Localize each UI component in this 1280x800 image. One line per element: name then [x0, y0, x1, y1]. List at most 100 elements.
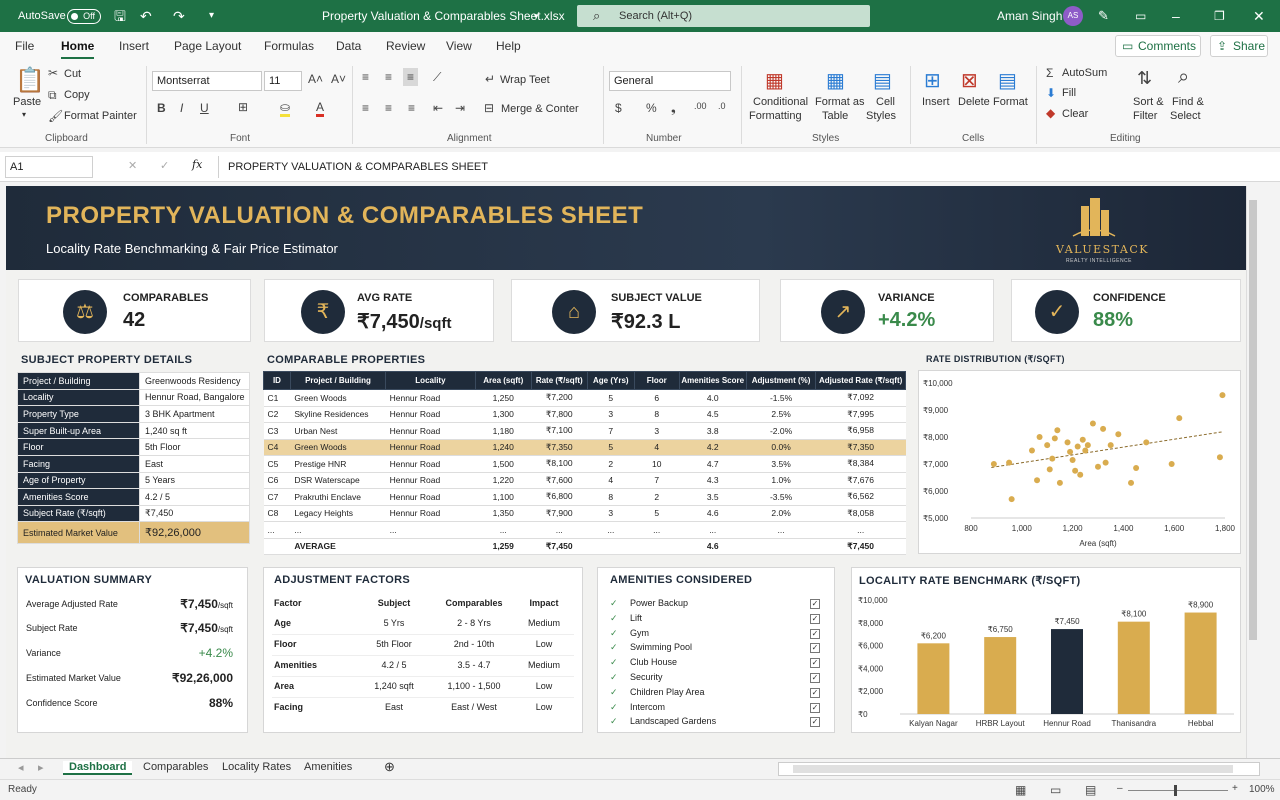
table-cell[interactable]: Urban Nest — [290, 422, 386, 440]
table-cell[interactable]: ₹8,100 — [531, 455, 588, 473]
table-cell[interactable]: ₹6,800 — [531, 488, 588, 506]
tab-scroll-right-icon[interactable]: ▸ — [38, 761, 44, 774]
table-cell[interactable]: ₹7,600 — [531, 472, 588, 489]
conditional-formatting-button[interactable]: Conditional — [753, 96, 808, 108]
column-header[interactable]: Adjustment (%) — [745, 371, 817, 390]
table-cell[interactable]: ₹6,958 — [815, 422, 906, 440]
table-cell[interactable]: AVERAGE — [290, 538, 386, 555]
zoom-out-icon[interactable]: – — [1117, 783, 1123, 794]
table-cell[interactable]: ... — [587, 521, 635, 539]
table-row[interactable]: C2 Skyline Residences Hennur Road 1,300 ₹7,8… — [263, 406, 906, 423]
table-cell[interactable]: Legacy Heights — [290, 505, 386, 522]
tab-locality-rates[interactable]: Locality Rates — [222, 761, 291, 773]
table-cell[interactable]: ₹7,800 — [531, 406, 588, 423]
table-cell[interactable]: 1,500 — [475, 455, 532, 473]
format-cells-button[interactable]: Format — [993, 96, 1028, 108]
save-icon[interactable]: 🖫 — [114, 0, 126, 32]
table-cell[interactable]: 3 — [634, 422, 680, 440]
table-cell[interactable]: 2.0% — [746, 505, 816, 522]
table-cell[interactable]: -3.5% — [746, 488, 816, 506]
align-right-icon[interactable]: ≡ — [408, 101, 415, 115]
normal-view-icon[interactable]: ▦ — [1015, 783, 1026, 797]
table-cell[interactable]: 5 — [634, 505, 680, 522]
font-name-dropdown[interactable]: Montserrat — [152, 71, 262, 91]
pen-icon[interactable]: ✎ — [1098, 0, 1109, 32]
table-row[interactable]: C3 Urban Nest Hennur Road 1,180 ₹7,100 7 3 3.8-… — [263, 422, 906, 440]
table-row[interactable]: C6 DSR Waterscape Hennur Road 1,220 ₹7,600 4 7… — [263, 472, 906, 489]
insert-cells-button[interactable]: Insert — [922, 96, 950, 108]
merge-center-button[interactable]: Merge & Conter — [501, 103, 579, 115]
align-left-icon[interactable]: ≡ — [362, 101, 369, 115]
align-top-icon[interactable]: ≡ — [362, 70, 369, 84]
table-cell[interactable]: 3.5 — [679, 488, 747, 506]
table-cell[interactable]: C3 — [263, 422, 291, 440]
zoom-level[interactable]: 100% — [1249, 784, 1275, 795]
table-row[interactable]: C7 Prakruthi Enclave Hennur Road 1,100 ₹6,80… — [263, 488, 906, 506]
table-cell[interactable]: 2 — [634, 488, 680, 506]
table-cell[interactable]: ₹8,384 — [815, 455, 906, 473]
table-cell[interactable]: C7 — [263, 488, 291, 506]
increase-decimal-icon[interactable]: .00 — [694, 101, 707, 111]
table-cell[interactable]: 7 — [634, 472, 680, 489]
menu-review[interactable]: Review — [386, 39, 425, 53]
subject-field-label[interactable]: Subject Rate (₹/sqft) — [17, 504, 140, 523]
subject-field-label[interactable]: Age of Property — [17, 471, 140, 490]
increase-font-icon[interactable]: A˄ — [308, 72, 323, 86]
table-row[interactable]: C4 Green Woods Hennur Road 1,240 ₹7,350 5 4 4.2… — [263, 439, 906, 456]
table-cell[interactable]: 10 — [634, 455, 680, 473]
table-cell[interactable]: Green Woods — [290, 439, 386, 456]
table-cell[interactable]: ... — [746, 521, 816, 539]
amenity-checkbox[interactable]: ✓ — [810, 658, 820, 669]
table-cell[interactable]: C5 — [263, 455, 291, 473]
autosave-toggle[interactable]: Off — [67, 9, 101, 24]
horizontal-scrollbar-thumb[interactable] — [793, 765, 1233, 773]
table-cell[interactable]: 4.7 — [679, 455, 747, 473]
subject-field-label[interactable]: Amenities Score — [17, 488, 140, 506]
table-cell[interactable]: 4.5 — [679, 406, 747, 423]
table-cell[interactable]: C2 — [263, 406, 291, 423]
table-cell[interactable]: Green Woods — [290, 389, 386, 407]
align-middle-icon[interactable]: ≡ — [385, 70, 392, 84]
bold-icon[interactable]: B — [157, 101, 166, 115]
table-cell[interactable]: C4 — [263, 439, 291, 456]
table-cell[interactable]: ₹7,450 — [815, 538, 906, 555]
comments-button[interactable]: ▭ Comments — [1115, 35, 1201, 57]
add-sheet-icon[interactable]: ⊕ — [384, 759, 395, 775]
table-cell[interactable]: 3 — [587, 505, 635, 522]
table-cell[interactable]: 1,100 — [475, 488, 532, 506]
wrap-text-icon[interactable]: ↵ — [485, 72, 495, 86]
table-cell[interactable]: 4 — [634, 439, 680, 456]
zoom-slider-handle[interactable] — [1174, 785, 1177, 796]
worksheet[interactable]: PROPERTY VALUATION & COMPARABLES SHEET L… — [6, 186, 1258, 758]
tab-dashboard[interactable]: Dashboard — [63, 761, 133, 775]
horizontal-scrollbar[interactable] — [778, 762, 1260, 776]
table-row[interactable]: .............................. — [263, 521, 906, 539]
table-cell[interactable]: 1,220 — [475, 472, 532, 489]
table-cell[interactable]: 3.8 — [679, 422, 747, 440]
table-cell[interactable]: ₹7,900 — [531, 505, 588, 522]
increase-indent-icon[interactable]: ⇥ — [455, 101, 465, 115]
close-icon[interactable]: ✕ — [1253, 0, 1265, 32]
subject-field-label[interactable]: Project / Building — [17, 372, 140, 390]
filename-chevron-icon[interactable]: ▾ — [534, 0, 539, 32]
font-color-icon[interactable]: A — [316, 100, 325, 117]
subject-field-value[interactable]: 3 BHK Apartment — [139, 405, 250, 423]
amenity-checkbox[interactable]: ✓ — [810, 717, 820, 728]
table-cell[interactable]: 8 — [587, 488, 635, 506]
percent-icon[interactable]: % — [646, 101, 657, 115]
table-cell[interactable]: 4.3 — [679, 472, 747, 489]
subject-field-label[interactable]: Super Built-up Area — [17, 421, 140, 440]
orientation-icon[interactable]: ⟋ — [433, 70, 441, 85]
wrap-text-button[interactable]: Wrap Teet — [500, 74, 550, 86]
menu-file[interactable]: File — [15, 39, 34, 53]
table-cell[interactable]: Skyline Residences — [290, 406, 386, 423]
table-cell[interactable]: C6 — [263, 472, 291, 489]
autosum-button[interactable]: AutoSum — [1062, 67, 1107, 79]
table-cell[interactable]: Hennur Road — [385, 472, 476, 489]
estimated-market-value-label[interactable]: Estimated Market Value — [17, 521, 140, 545]
paste-icon[interactable]: 📋 — [15, 66, 45, 95]
table-cell[interactable]: ... — [263, 521, 291, 539]
borders-icon[interactable]: ⊞ — [238, 100, 248, 114]
comma-icon[interactable]: ❟ — [671, 101, 676, 116]
table-cell[interactable]: 8 — [634, 406, 680, 423]
